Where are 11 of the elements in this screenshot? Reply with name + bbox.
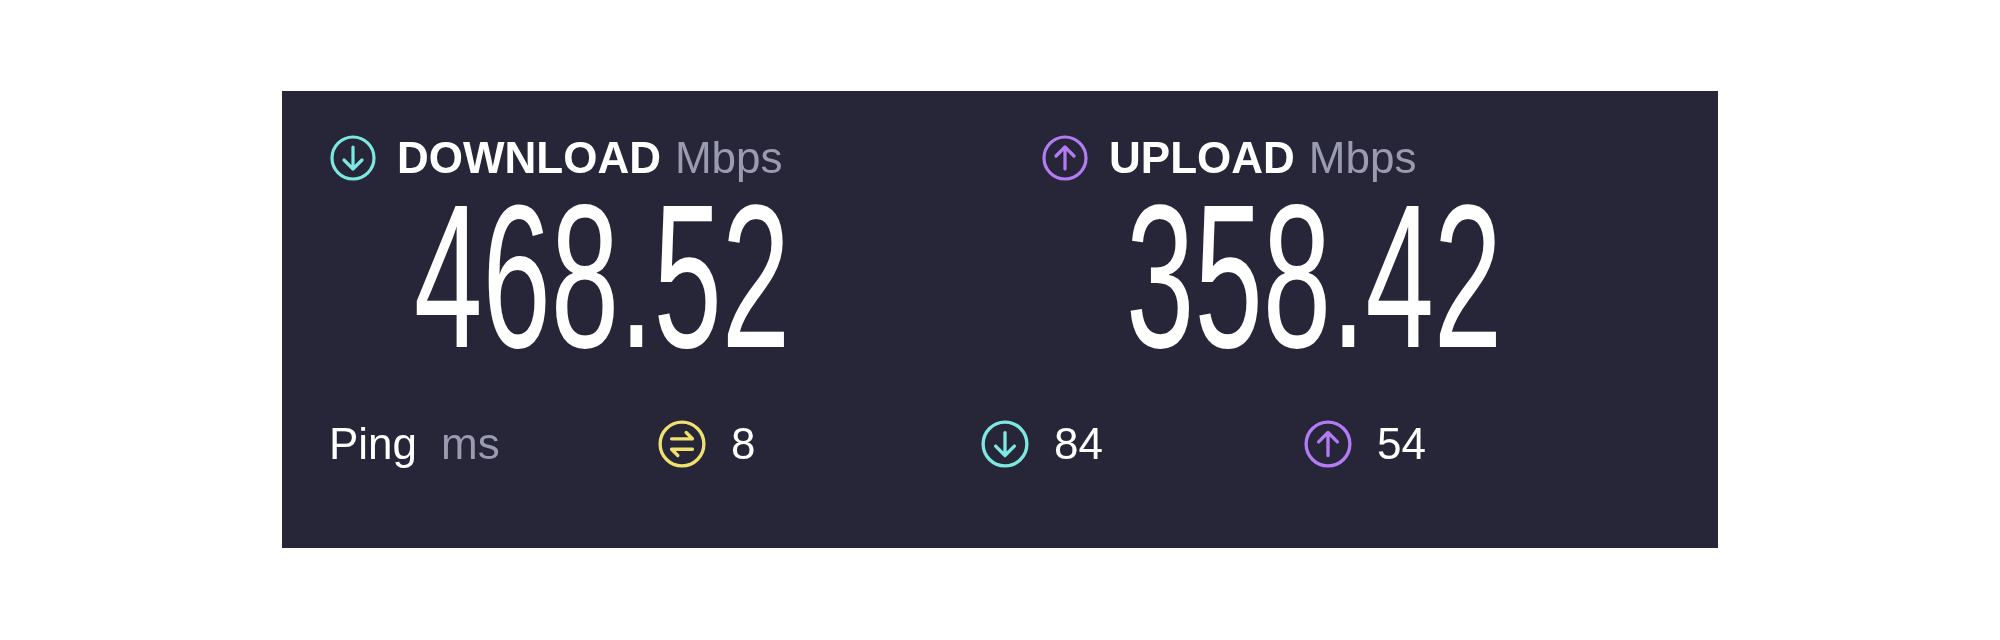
speed-value: 358.42	[1126, 191, 1503, 361]
ping-label: Ping	[329, 418, 418, 470]
unit-label: ms	[441, 418, 500, 470]
speed-value: 468.52	[414, 191, 791, 361]
ping-value: 54	[1377, 418, 1426, 470]
unit-label: Mbps	[1308, 132, 1417, 184]
ping-value: 84	[1054, 418, 1103, 470]
ping-value: 8	[731, 418, 756, 470]
metric-label: DOWNLOAD	[397, 132, 661, 184]
metric-label: UPLOAD	[1109, 132, 1295, 184]
unit-label: Mbps	[674, 132, 783, 184]
